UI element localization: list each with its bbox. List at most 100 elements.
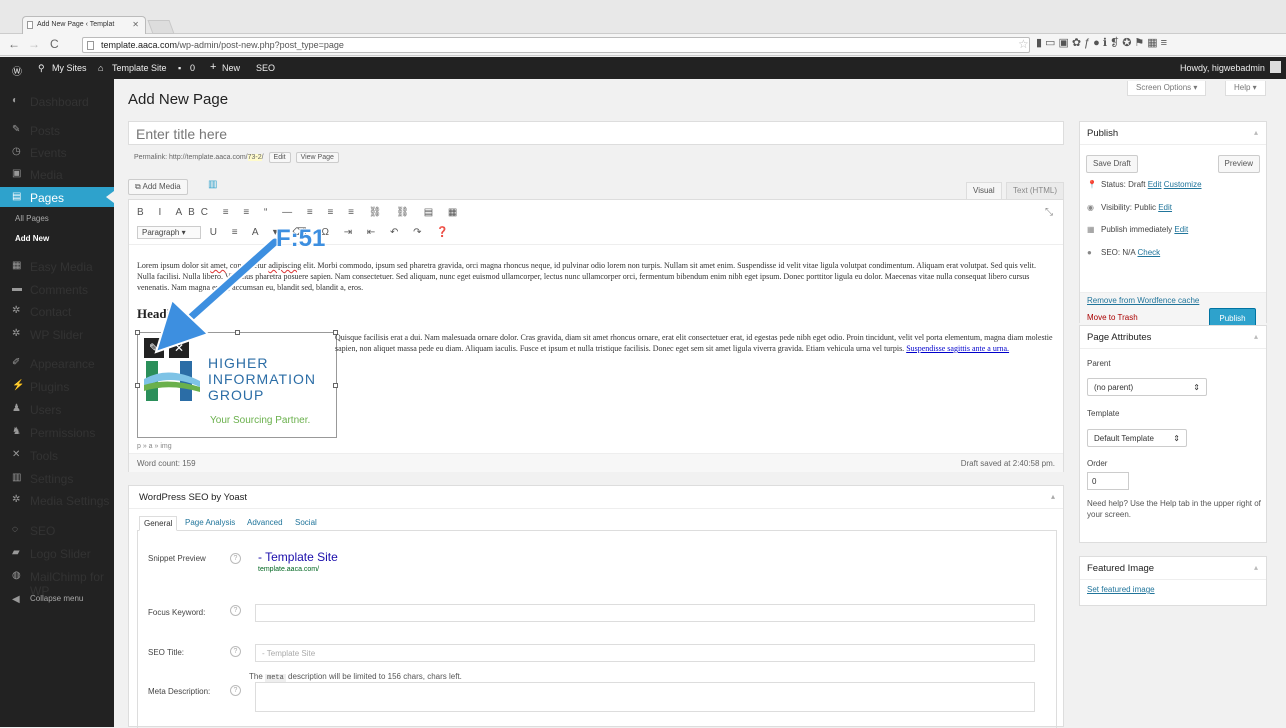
page-icon: ▤ xyxy=(12,191,22,202)
submenu-add-new[interactable]: Add New xyxy=(15,234,49,243)
collapse-icon: ◀ xyxy=(12,594,20,605)
customize-link[interactable]: Customize xyxy=(1164,180,1202,189)
reload-icon[interactable]: C xyxy=(50,37,59,51)
tab-text-html[interactable]: Text (HTML) xyxy=(1006,182,1064,199)
para2-link[interactable]: Suspendisse sagittis ante a urna. xyxy=(906,344,1009,353)
sidebar-item-collapse-menu[interactable]: ◀ Collapse menu xyxy=(0,590,114,610)
forward-icon[interactable]: → xyxy=(28,37,40,51)
my-sites-link[interactable]: My Sites xyxy=(52,63,87,73)
screen-options-label: Screen Options xyxy=(1136,83,1192,92)
seo-check-link[interactable]: Check xyxy=(1137,248,1160,257)
browser-tab[interactable]: Add New Page ‹ Templat ✕ xyxy=(22,16,146,34)
schedule-edit-link[interactable]: Edit xyxy=(1174,225,1188,234)
sidebar-item-logo-slider[interactable]: ▰ Logo Slider xyxy=(0,543,114,563)
sidebar-item-contact[interactable]: ✲ Contact xyxy=(0,301,114,321)
sidebar-item-tools[interactable]: ✕ Tools xyxy=(0,445,114,465)
move-to-trash-link[interactable]: Move to Trash xyxy=(1087,313,1138,322)
sidebar-item-label: Collapse menu xyxy=(30,594,84,603)
yoast-tab-social[interactable]: Social xyxy=(291,516,321,529)
sidebar-item-pages[interactable]: ▤ Pages xyxy=(0,187,114,207)
visibility-edit-link[interactable]: Edit xyxy=(1158,203,1172,212)
new-tab-button[interactable] xyxy=(147,20,175,34)
view-page-button[interactable]: View Page xyxy=(295,152,339,163)
meta-description-textarea[interactable] xyxy=(255,682,1035,712)
permalink-slug[interactable]: 73-2 xyxy=(247,154,262,161)
fullscreen-icon[interactable]: ⤡ xyxy=(1045,207,1053,218)
sidebar-item-dashboard[interactable]: ◐ Dashboard xyxy=(0,91,114,111)
address-bar[interactable]: template.aaca.com/wp-admin/post-new.php?… xyxy=(82,37,1030,53)
help-button[interactable]: Help ▾ xyxy=(1225,81,1266,96)
screen-options-button[interactable]: Screen Options ▾ xyxy=(1127,81,1207,96)
post-title-input[interactable]: Enter title here xyxy=(128,121,1064,145)
resize-handle[interactable] xyxy=(333,383,338,388)
sidebar-item-users[interactable]: ♟ Users xyxy=(0,399,114,419)
permalink-edit-button[interactable]: Edit xyxy=(268,152,291,163)
sidebar-item-settings[interactable]: ▥ Settings xyxy=(0,468,114,488)
dashboard-icon: ◐ xyxy=(12,95,19,106)
yoast-tab-page-analysis[interactable]: Page Analysis xyxy=(181,516,239,529)
sidebar-item-appearance[interactable]: ✐ Appearance xyxy=(0,353,114,373)
help-icon[interactable]: ? xyxy=(230,553,241,564)
set-featured-image-link[interactable]: Set featured image xyxy=(1087,585,1155,594)
sidebar-item-permissions[interactable]: ♞ Permissions xyxy=(0,422,114,442)
submenu-all-pages[interactable]: All Pages xyxy=(15,214,49,223)
focus-keyword-input[interactable] xyxy=(255,604,1035,622)
comment-icon: ▬ xyxy=(12,283,22,294)
template-select[interactable]: Default Template ⇕ xyxy=(1087,429,1187,447)
editor-status-bar: Word count: 159 Draft saved at 2:40:58 p… xyxy=(129,453,1063,472)
sidebar-item-posts[interactable]: ✎ Posts xyxy=(0,120,114,140)
avatar[interactable] xyxy=(1270,61,1281,73)
callout-arrow-icon xyxy=(154,236,281,354)
wordpress-logo-icon[interactable]: Ⓦ xyxy=(12,63,22,78)
sidebar-item-comments[interactable]: ▬ Comments xyxy=(0,279,114,299)
star-icon[interactable]: ☆ xyxy=(1018,37,1029,51)
sidebar-item-wp-slider[interactable]: ✲ WP Slider xyxy=(0,324,114,344)
sidebar-item-seo[interactable]: ◌ SEO xyxy=(0,520,114,540)
sidebar-item-label: Easy Media xyxy=(30,260,93,274)
comments-count[interactable]: 0 xyxy=(190,63,195,73)
close-tab-icon[interactable]: ✕ xyxy=(132,20,139,29)
sidebar-item-media-settings[interactable]: ✲ Media Settings xyxy=(0,490,114,510)
collapse-icon[interactable]: ▴ xyxy=(1254,128,1258,137)
sidebar-item-media[interactable]: ▣ Media xyxy=(0,164,114,184)
yoast-tab-advanced[interactable]: Advanced xyxy=(243,516,287,529)
site-link[interactable]: Template Site xyxy=(112,63,167,73)
gallery-icon[interactable]: ▥ xyxy=(208,179,217,190)
word-count: Word count: 159 xyxy=(137,459,196,468)
yoast-tab-general[interactable]: General xyxy=(139,516,178,531)
seo-title-input[interactable]: - Template Site xyxy=(255,644,1035,662)
sidebar-item-label: Dashboard xyxy=(30,95,89,109)
visibility-row: ◉ Visibility: Public Edit xyxy=(1087,203,1172,212)
help-icon[interactable]: ? xyxy=(230,646,241,657)
help-icon[interactable]: ? xyxy=(230,605,241,616)
tab-visual[interactable]: Visual xyxy=(966,182,1002,199)
yoast-general-panel: Snippet Preview ? - Template Site templa… xyxy=(137,530,1057,728)
resize-handle[interactable] xyxy=(135,383,140,388)
parent-select[interactable]: (no parent) ⇕ xyxy=(1087,378,1207,396)
back-icon[interactable]: ← xyxy=(8,37,20,51)
add-media-label: Add Media xyxy=(142,182,181,191)
resize-handle[interactable] xyxy=(135,330,140,335)
add-media-button[interactable]: ⧉ Add Media xyxy=(128,179,188,195)
sidebar-item-events[interactable]: ◷ Events xyxy=(0,142,114,162)
wordfence-link[interactable]: Remove from Wordfence cache xyxy=(1087,296,1199,305)
howdy-link[interactable]: Howdy, higwebadmin xyxy=(1180,63,1265,73)
sidebar-item-easy-media[interactable]: ▦ Easy Media xyxy=(0,256,114,276)
help-icon[interactable]: ? xyxy=(230,685,241,696)
save-draft-button[interactable]: Save Draft xyxy=(1086,155,1138,173)
collapse-icon[interactable]: ▴ xyxy=(1051,492,1055,501)
preview-button[interactable]: Preview xyxy=(1217,155,1260,173)
editor-toolbar-row1[interactable]: B I ABC ≡ ≡ “ — ≡ ≡ ≡ ⛓ ⛓ ▤ ▦ xyxy=(137,207,463,218)
sidebar-item-plugins[interactable]: ⚡ Plugins xyxy=(0,376,114,396)
new-link[interactable]: New xyxy=(222,63,240,73)
extension-icons[interactable]: ▮▭▣✿ƒ●ℹ❡✪⚑▦≡ xyxy=(1036,36,1284,54)
collapse-icon[interactable]: ▴ xyxy=(1254,563,1258,572)
divider xyxy=(129,508,1063,509)
collapse-icon[interactable]: ▴ xyxy=(1254,332,1258,341)
seo-link[interactable]: SEO xyxy=(256,63,275,73)
schedule-row: ▦ Publish immediately Edit xyxy=(1087,225,1188,234)
eye-icon: ◉ xyxy=(1087,203,1094,212)
sidebar-item-mailchimp-for-wp[interactable]: ◍ MailChimp for WP xyxy=(0,566,114,598)
status-edit-link[interactable]: Edit xyxy=(1148,180,1162,189)
order-input[interactable]: 0 xyxy=(1087,472,1129,490)
